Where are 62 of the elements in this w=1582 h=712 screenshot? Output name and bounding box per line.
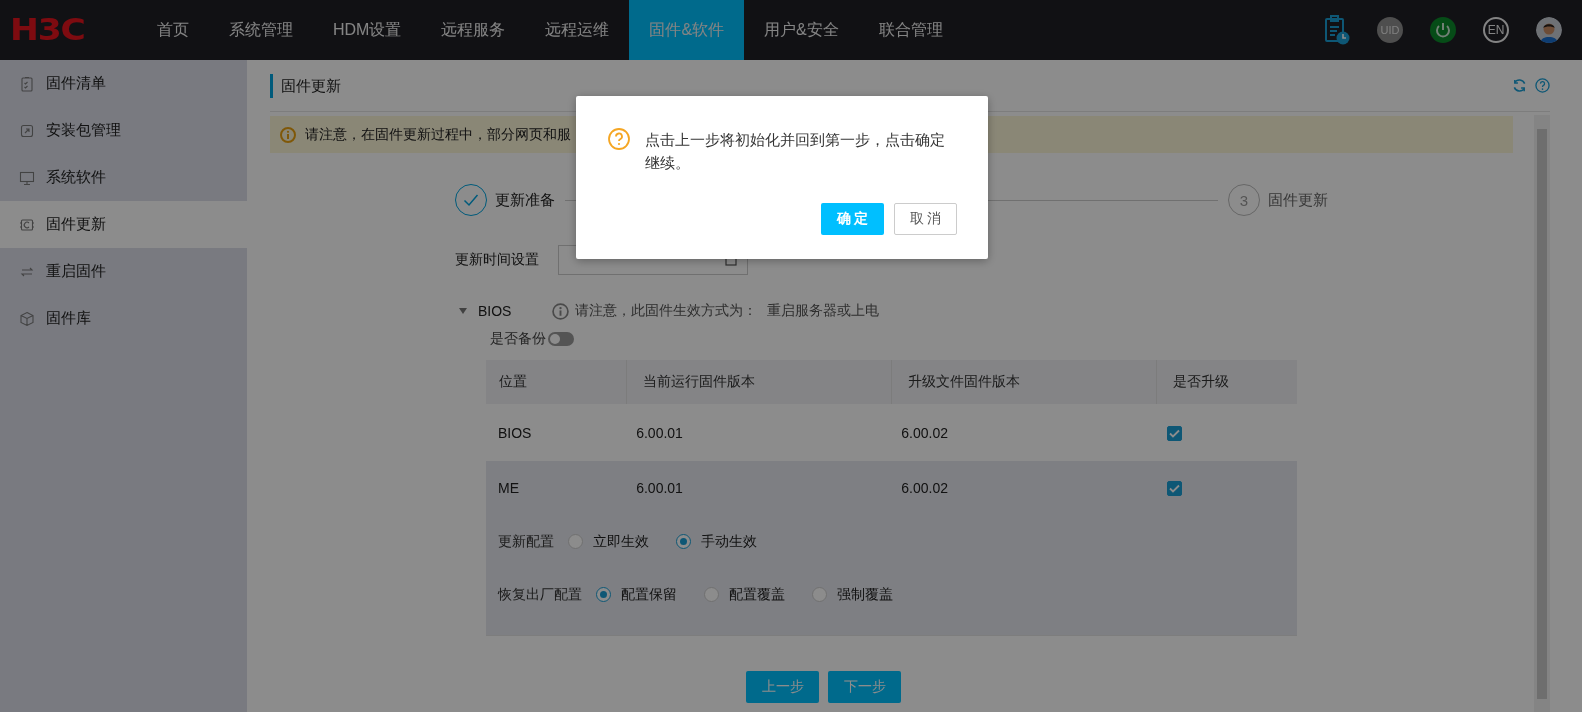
radio-option[interactable]: 手动生效	[676, 532, 757, 551]
notice-text: 请注意，在固件更新过程中，部分网页和服	[305, 125, 571, 144]
refresh-icon[interactable]	[1512, 78, 1527, 93]
radio-option[interactable]: 强制覆盖	[812, 585, 893, 604]
column-header: 当前运行固件版本	[626, 360, 892, 404]
cube-icon	[19, 310, 35, 327]
step-label: 固件更新	[1268, 190, 1328, 210]
caret-icon[interactable]	[459, 308, 467, 314]
table-cell: 6.00.02	[891, 404, 1157, 461]
nav-tab[interactable]: 首页	[137, 0, 209, 60]
avatar-icon[interactable]	[1536, 17, 1562, 43]
sidebar-item[interactable]: 安装包管理	[0, 107, 247, 154]
table-cell: 6.00.02	[891, 461, 1157, 515]
sidebar-item[interactable]: 固件更新	[0, 201, 247, 248]
dialog-message: 点击上一步将初始化并回到第一步，点击确定继续。	[645, 130, 946, 173]
table-row[interactable]: ME 6.00.01 6.00.02	[486, 461, 1297, 515]
checklist-icon	[19, 75, 35, 92]
radio-option[interactable]: 配置覆盖	[704, 585, 785, 604]
field-label: 更新时间设置	[455, 251, 539, 269]
info-icon	[280, 126, 296, 143]
step-label: 更新准备	[495, 190, 555, 210]
table-cell: BIOS	[486, 404, 627, 461]
note-text: 重启服务器或上电	[767, 302, 879, 320]
nav-tab[interactable]: 联合管理	[858, 0, 963, 60]
table-cell: 6.00.01	[626, 404, 892, 461]
column-header: 升级文件固件版本	[891, 360, 1157, 404]
radio-option[interactable]: 配置保留	[596, 585, 677, 604]
logo: H3C	[10, 11, 86, 49]
cancel-button[interactable]: 取 消	[894, 203, 957, 235]
option-label: 恢复出厂配置	[498, 585, 582, 604]
option-label: 更新配置	[498, 532, 554, 551]
nav-tab[interactable]: 用户&安全	[744, 0, 859, 60]
table-cell: 6.00.01	[626, 461, 892, 515]
table-row[interactable]: BIOS 6.00.01 6.00.02	[486, 404, 1297, 461]
nav-tab[interactable]: HDM设置	[313, 0, 422, 60]
firmware-name: BIOS	[478, 303, 512, 319]
toggle-switch[interactable]	[548, 332, 574, 346]
note-text: 请注意，此固件生效方式为：	[575, 302, 757, 320]
package-icon	[19, 122, 35, 139]
sidebar-item[interactable]: 固件库	[0, 295, 247, 342]
nav-tab[interactable]: 系统管理	[209, 0, 313, 60]
scrollbar[interactable]	[1534, 115, 1550, 712]
sidebar-item[interactable]: 重启固件	[0, 248, 247, 295]
info-icon	[552, 302, 569, 320]
nav-tab[interactable]: 远程服务	[421, 0, 526, 60]
language-button[interactable]: EN	[1483, 17, 1509, 43]
radio-option[interactable]: 立即生效	[568, 532, 649, 551]
upgrade-checkbox[interactable]	[1167, 481, 1183, 496]
clipboard-clock-icon[interactable]	[1324, 15, 1350, 45]
monitor-icon	[19, 169, 35, 186]
page-title: 固件更新	[270, 73, 341, 98]
power-icon[interactable]	[1430, 17, 1456, 43]
sidebar-item[interactable]: 系统软件	[0, 154, 247, 201]
column-header: 是否升级	[1156, 360, 1297, 404]
sidebar-item[interactable]: 固件清单	[0, 60, 247, 107]
chip-icon	[19, 216, 35, 233]
help-icon[interactable]	[1535, 78, 1550, 93]
question-icon	[608, 128, 630, 150]
column-header: 位置	[486, 360, 627, 404]
upgrade-checkbox[interactable]	[1167, 425, 1183, 441]
toggle-label: 是否备份	[490, 330, 546, 348]
table-cell: ME	[486, 461, 627, 515]
